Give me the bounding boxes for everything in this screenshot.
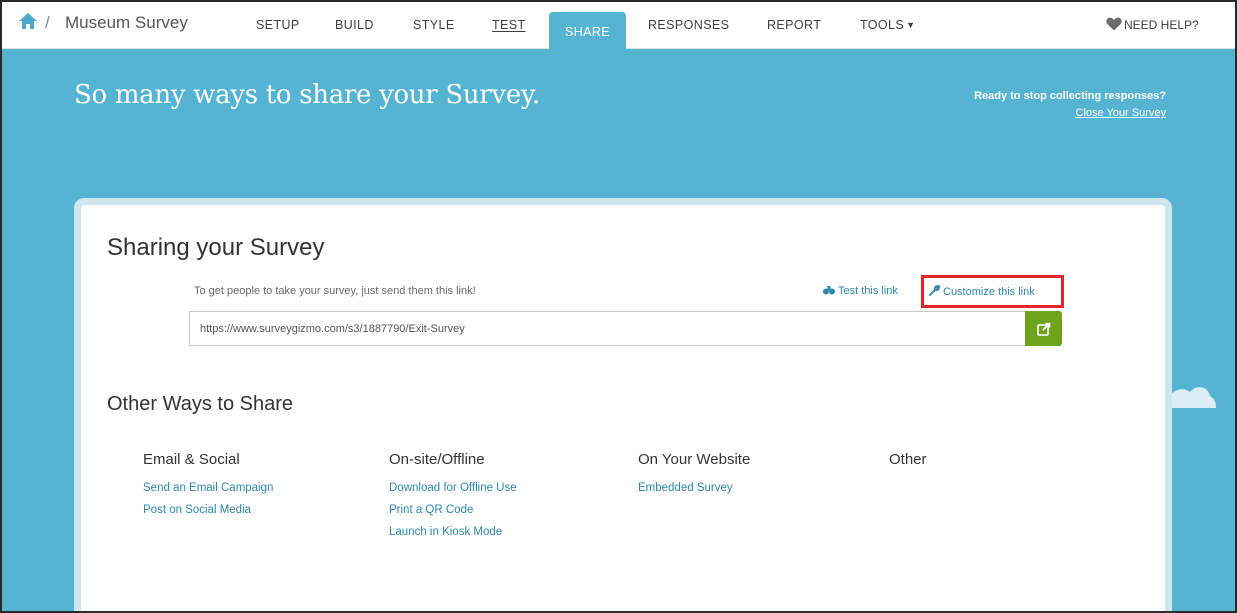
email-campaign-link[interactable]: Send an Email Campaign: [143, 482, 273, 494]
tab-report[interactable]: REPORT: [767, 2, 821, 49]
home-icon[interactable]: [18, 12, 38, 30]
kiosk-mode-link[interactable]: Launch in Kiosk Mode: [389, 526, 517, 538]
tab-setup[interactable]: SETUP: [256, 2, 300, 49]
test-link-label: Test this link: [838, 285, 898, 297]
top-navigation: / Museum Survey SETUP BUILD STYLE TEST S…: [2, 2, 1235, 49]
tab-responses[interactable]: RESPONSES: [648, 2, 729, 49]
column-title: On-site/Offline: [389, 451, 485, 468]
sharing-title: Sharing your Survey: [107, 234, 325, 261]
customize-link-label: Customize this link: [943, 286, 1035, 298]
app-window: / Museum Survey SETUP BUILD STYLE TEST S…: [0, 0, 1237, 613]
embedded-survey-link[interactable]: Embedded Survey: [638, 482, 750, 494]
close-survey-link[interactable]: Close Your Survey: [1076, 107, 1167, 119]
qr-code-link[interactable]: Print a QR Code: [389, 504, 517, 516]
need-help-label: NEED HELP?: [1124, 18, 1199, 32]
share-card: Sharing your Survey To get people to tak…: [74, 198, 1172, 611]
other-column: Other: [889, 451, 927, 482]
onsite-offline-column: On-site/Offline Download for Offline Use…: [389, 451, 517, 548]
survey-url-field[interactable]: [189, 311, 1025, 346]
tab-build[interactable]: BUILD: [335, 2, 374, 49]
column-title: Email & Social: [143, 451, 240, 468]
test-link[interactable]: Test this link: [823, 285, 898, 297]
tab-tools-label: TOOLS: [860, 18, 905, 32]
column-title: Other: [889, 451, 927, 468]
wrench-icon: [929, 285, 940, 296]
heart-icon: [1106, 4, 1122, 31]
other-ways-title: Other Ways to Share: [107, 393, 293, 415]
page-title: So many ways to share your Survey.: [74, 80, 540, 110]
customize-link[interactable]: Customize this link: [929, 285, 1035, 298]
external-link-icon: [1036, 322, 1050, 336]
tab-test[interactable]: TEST: [492, 2, 526, 49]
tab-share[interactable]: SHARE: [549, 12, 626, 49]
chevron-down-icon: ▼: [906, 20, 916, 30]
stop-collecting-text: Ready to stop collecting responses?: [974, 90, 1166, 102]
social-media-link[interactable]: Post on Social Media: [143, 504, 273, 516]
share-description: To get people to take your survey, just …: [194, 285, 476, 297]
survey-title[interactable]: Museum Survey: [65, 13, 188, 33]
tab-style[interactable]: STYLE: [413, 2, 455, 49]
email-social-column: Email & Social Send an Email Campaign Po…: [143, 451, 273, 526]
breadcrumb-separator: /: [45, 13, 50, 32]
tab-tools[interactable]: TOOLS ▼: [860, 2, 915, 49]
column-title: On Your Website: [638, 451, 751, 468]
binoculars-icon: [823, 285, 835, 295]
open-link-button[interactable]: [1025, 311, 1062, 346]
website-column: On Your Website Embedded Survey: [638, 451, 750, 504]
offline-download-link[interactable]: Download for Offline Use: [389, 482, 517, 494]
need-help-link[interactable]: NEED HELP?: [1106, 2, 1199, 49]
